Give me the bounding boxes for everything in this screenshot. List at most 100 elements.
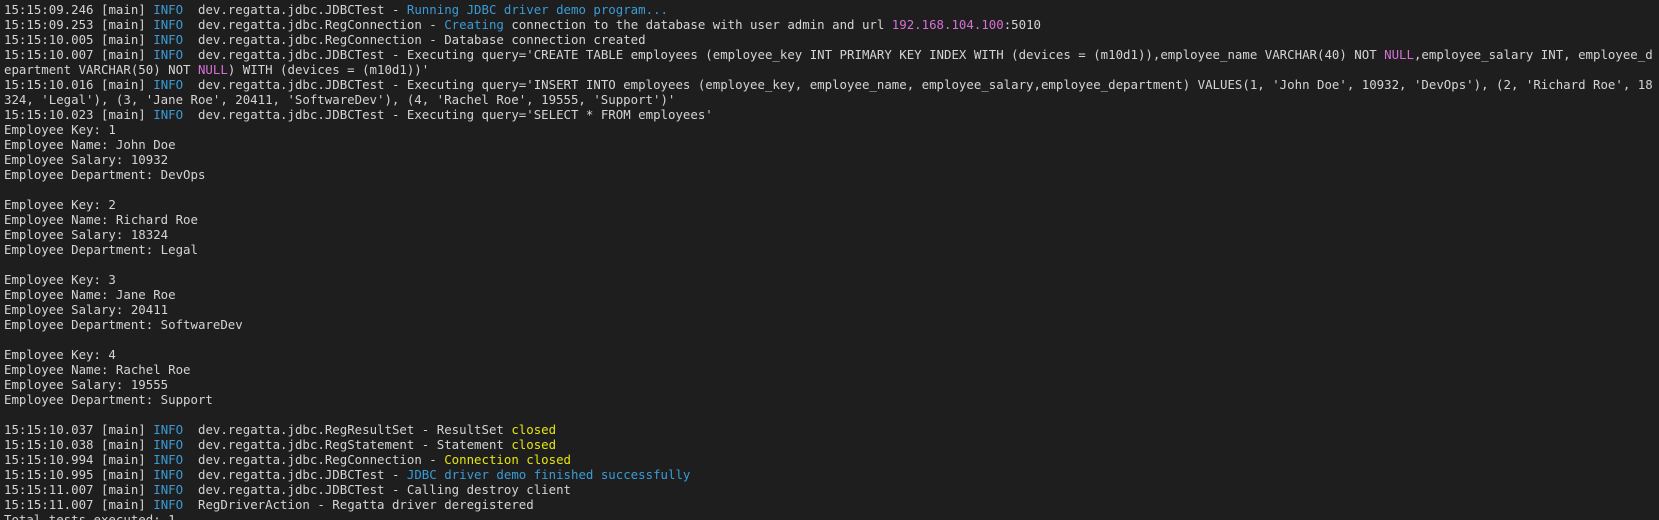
log-source: dev.regatta.jdbc.RegConnection [198, 32, 422, 47]
log-timestamp: 15:15:09.246 [4, 2, 94, 17]
log-timestamp: 15:15:10.007 [4, 47, 94, 62]
log-message-segment: Executing query='CREATE TABLE employees … [406, 47, 1385, 62]
log-source: RegDriverAction [198, 497, 310, 512]
output-line: Total tests executed: 1 [4, 512, 176, 520]
log-level: INFO [153, 32, 184, 47]
output-line: Employee Salary: 19555 [4, 377, 169, 392]
output-line: Employee Name: John Doe [4, 137, 176, 152]
output-line: Employee Key: 1 [4, 122, 116, 137]
log-message-segment: NULL [197, 62, 228, 77]
log-source: dev.regatta.jdbc.RegConnection [198, 17, 422, 32]
log-line: 15:15:10.005 [main] INFO dev.regatta.jdb… [4, 32, 646, 47]
log-source: dev.regatta.jdbc.JDBCTest [198, 2, 385, 17]
log-timestamp: 15:15:10.038 [4, 437, 94, 452]
log-thread: [main] [101, 47, 146, 62]
log-message-segment: 192.168.104.100 [891, 17, 1004, 32]
log-line: 15:15:09.246 [main] INFO dev.regatta.jdb… [4, 2, 668, 17]
log-level: INFO [153, 107, 184, 122]
output-line: Employee Name: Rachel Roe [4, 362, 191, 377]
output-line: Employee Department: SoftwareDev [4, 317, 243, 332]
log-thread: [main] [101, 107, 146, 122]
log-timestamp: 15:15:10.037 [4, 422, 94, 437]
log-message-segment: Database connection created [444, 32, 646, 47]
output-line: Employee Department: Legal [4, 242, 198, 257]
log-source: dev.regatta.jdbc.JDBCTest [198, 107, 385, 122]
log-message-segment: NULL [1384, 47, 1414, 62]
output-line: Employee Name: Jane Roe [4, 287, 176, 302]
log-thread: [main] [101, 32, 146, 47]
log-message-segment: Connection closed [444, 452, 572, 467]
log-message-segment: Statement [436, 437, 512, 452]
log-message-segment: Calling destroy client [406, 482, 572, 497]
log-message-segment: closed [511, 422, 557, 437]
log-line: 15:15:10.995 [main] INFO dev.regatta.jdb… [4, 467, 691, 482]
log-thread: [main] [101, 482, 146, 497]
log-timestamp: 15:15:10.995 [4, 467, 94, 482]
log-timestamp: 15:15:09.253 [4, 17, 94, 32]
log-message-segment: ResultSet [436, 422, 512, 437]
log-message-segment: closed [511, 437, 557, 452]
log-line: 15:15:10.023 [main] INFO dev.regatta.jdb… [4, 107, 713, 122]
log-source: dev.regatta.jdbc.JDBCTest [198, 77, 385, 92]
log-line: 15:15:10.994 [main] INFO dev.regatta.jdb… [4, 452, 572, 467]
log-message-segment: connection to the database with user adm… [503, 17, 892, 32]
output-line: Employee Key: 4 [4, 347, 116, 362]
log-level: INFO [153, 47, 184, 62]
log-line: 15:15:10.016 [main] INFO dev.regatta.jdb… [4, 77, 1653, 107]
output-line: Employee Department: DevOps [4, 167, 206, 182]
log-message-segment: Creating [444, 17, 504, 32]
log-line: 15:15:11.007 [main] INFO dev.regatta.jdb… [4, 482, 572, 497]
log-message-segment: Executing query='SELECT * FROM employees… [406, 107, 713, 122]
output-line: Employee Key: 2 [4, 197, 116, 212]
log-message-segment: JDBC driver demo finished successfully [406, 467, 691, 482]
log-timestamp: 15:15:10.023 [4, 107, 94, 122]
log-timestamp: 15:15:11.007 [4, 482, 94, 497]
log-source: dev.regatta.jdbc.RegResultSet [198, 422, 415, 437]
log-level: INFO [153, 77, 184, 92]
output-line: Employee Salary: 10932 [4, 152, 169, 167]
log-source: dev.regatta.jdbc.RegStatement [198, 437, 415, 452]
log-thread: [main] [101, 17, 146, 32]
log-line: 15:15:10.038 [main] INFO dev.regatta.jdb… [4, 437, 557, 452]
log-message-segment: ) WITH (devices = (m10d1))' [227, 62, 430, 77]
log-level: INFO [153, 2, 184, 17]
log-source: dev.regatta.jdbc.JDBCTest [198, 482, 385, 497]
log-thread: [main] [101, 452, 146, 467]
log-level: INFO [153, 437, 184, 452]
log-message-segment: Regatta driver deregistered [332, 497, 534, 512]
log-source: dev.regatta.jdbc.JDBCTest [198, 47, 385, 62]
log-source: dev.regatta.jdbc.RegConnection [198, 452, 422, 467]
log-thread: [main] [101, 2, 146, 17]
output-line: Employee Key: 3 [4, 272, 116, 287]
output-line: Employee Department: Support [4, 392, 213, 407]
terminal-output[interactable]: 15:15:09.246 [main] INFO dev.regatta.jdb… [0, 0, 1659, 520]
output-line: Employee Salary: 18324 [4, 227, 169, 242]
log-timestamp: 15:15:10.005 [4, 32, 94, 47]
log-level: INFO [153, 482, 184, 497]
log-timestamp: 15:15:10.994 [4, 452, 94, 467]
log-level: INFO [153, 452, 184, 467]
output-line: Employee Name: Richard Roe [4, 212, 198, 227]
log-thread: [main] [101, 467, 146, 482]
log-line: 15:15:10.037 [main] INFO dev.regatta.jdb… [4, 422, 557, 437]
log-thread: [main] [101, 77, 146, 92]
log-thread: [main] [101, 437, 146, 452]
log-line: 15:15:11.007 [main] INFO RegDriverAction… [4, 497, 534, 512]
log-message-segment: :5010 [1003, 17, 1042, 32]
log-line: 15:15:09.253 [main] INFO dev.regatta.jdb… [4, 17, 1042, 32]
log-message-segment: Running JDBC driver demo program... [406, 2, 668, 17]
log-level: INFO [153, 422, 184, 437]
log-level: INFO [153, 497, 184, 512]
log-timestamp: 15:15:10.016 [4, 77, 94, 92]
log-timestamp: 15:15:11.007 [4, 497, 94, 512]
log-source: dev.regatta.jdbc.JDBCTest [198, 467, 385, 482]
log-level: INFO [153, 467, 184, 482]
log-thread: [main] [101, 422, 146, 437]
log-line: 15:15:10.007 [main] INFO dev.regatta.jdb… [4, 47, 1653, 77]
log-level: INFO [153, 17, 184, 32]
log-thread: [main] [101, 497, 146, 512]
